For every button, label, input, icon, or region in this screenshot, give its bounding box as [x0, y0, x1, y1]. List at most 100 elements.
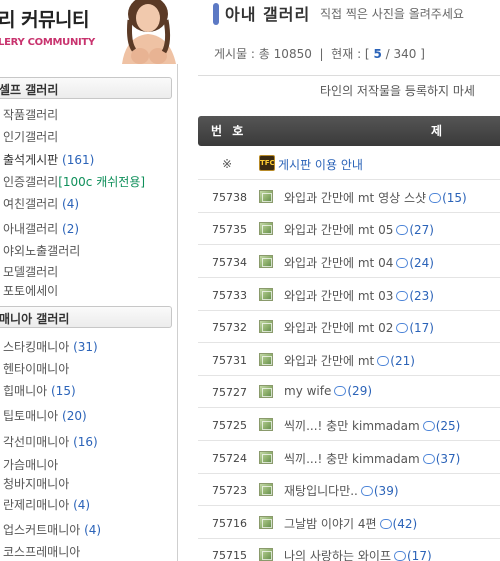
post-number: 75735 — [212, 223, 247, 236]
sidebar-item-artwork-gallery[interactable]: 작품갤러리 — [3, 106, 58, 123]
sidebar-item-hip-mania[interactable]: 힙매니아 (15) — [3, 382, 76, 399]
comment-icon — [379, 519, 392, 529]
comment-count: (23) — [409, 289, 434, 303]
notice-title-link[interactable]: 게시판 이용 안내 — [278, 156, 363, 173]
comment-icon — [429, 193, 442, 203]
column-title: 제 — [431, 124, 443, 138]
sidebar-item-upskirt-mania[interactable]: 업스커트매니아 (4) — [3, 521, 101, 538]
table-row[interactable]: 75723 재탕입니다만.. (39) — [198, 474, 500, 506]
sidebar-item-label: 업스커트매니아 — [3, 523, 81, 537]
post-title-link[interactable]: 와입과 간만에 mt 05 (27) — [284, 221, 434, 238]
sidebar-item-label: 야외노출갤러리 — [3, 244, 81, 258]
sidebar-item-wife-gallery[interactable]: 아내갤러리 (2) — [3, 220, 79, 237]
sidebar-item-jeans-mania[interactable]: 청바지매니아 — [3, 475, 69, 492]
post-title-link[interactable]: 재탕입니다만.. (39) — [284, 482, 399, 499]
sidebar-item-lingerie-mania[interactable]: 란제리매니아 (4) — [3, 496, 90, 513]
sidebar-item-legs-mania[interactable]: 각선미매니아 (16) — [3, 433, 98, 450]
comment-icon — [394, 551, 406, 561]
comment-count: (25) — [435, 419, 461, 433]
table-row[interactable]: 75735 와입과 간만에 mt 05 (27) — [198, 213, 500, 245]
comment-count: (27) — [409, 223, 434, 237]
image-icon — [259, 516, 273, 529]
copyright-notice: 타인의 저작물을 등록하지 마세 — [320, 84, 475, 98]
sidebar-item-count: (4) — [62, 197, 80, 211]
divider — [198, 75, 500, 76]
sidebar-item-cosplay-mania[interactable]: 코스프레매니아 — [3, 543, 80, 560]
table-row[interactable]: 75715 나의 사랑하는 와이프 (17) — [198, 539, 500, 561]
notice-row[interactable]: ※ TFC 게시판 이용 안내 — [198, 148, 500, 180]
post-title-link[interactable]: my wife (29) — [284, 384, 372, 398]
sidebar-item-label: 코스프레매니아 — [3, 545, 81, 559]
current-page: 5 — [373, 47, 382, 61]
comment-count: (17) — [407, 549, 432, 561]
sidebar-item-label: 스타킹매니아 — [3, 340, 70, 354]
image-icon — [259, 255, 273, 268]
comment-count: (24) — [409, 256, 434, 270]
post-title-link[interactable]: 와입과 간만에 mt 03 (23) — [284, 287, 434, 304]
sidebar-item-label: 여친갤러리 — [3, 197, 59, 211]
sidebar-item-outdoor-gallery[interactable]: 야외노출갤러리 — [3, 242, 80, 259]
post-title-link[interactable]: 와입과 간만에 mt (21) — [284, 352, 415, 369]
site-logo[interactable]: 리 커뮤니티 LERY COMMUNITY — [0, 0, 186, 64]
table-header: 번 호 제 — [198, 116, 500, 146]
image-icon — [259, 483, 273, 496]
sidebar-item-popular-gallery[interactable]: 인기갤러리 — [3, 128, 58, 145]
post-title-link[interactable]: 나의 사랑하는 와이프 (17) — [284, 547, 432, 561]
comment-icon — [360, 486, 373, 496]
post-title-link[interactable]: 와입과 간만에 mt 04 (24) — [284, 254, 434, 271]
table-row[interactable]: 75724 씩끼...! 충만 kimmadam (37) — [198, 442, 500, 474]
table-row[interactable]: 75725 씩끼...! 충만 kimmadam (25) — [198, 409, 500, 441]
sidebar-item-label: 힙매니아 — [3, 384, 48, 398]
mania-gallery-heading: 매니아 갤러리 — [0, 312, 70, 326]
comment-icon — [422, 421, 435, 431]
post-title-link[interactable]: 씩끼...! 충만 kimmadam (25) — [284, 417, 460, 434]
sidebar-item-tiptoe-mania[interactable]: 팁토매니아 (20) — [3, 407, 87, 424]
image-icon — [259, 451, 273, 464]
post-title-link[interactable]: 와입과 간만에 mt 02 (17) — [284, 319, 434, 336]
sidebar-item-stocking-mania[interactable]: 스타킹매니아 (31) — [3, 338, 98, 355]
post-title-link[interactable]: 와입과 간만에 mt 영상 스샷 (15) — [284, 189, 467, 206]
post-title-text: 와입과 간만에 mt 04 — [284, 256, 394, 270]
post-number: 75715 — [212, 549, 247, 561]
sidebar-item-count: (161) — [62, 153, 95, 167]
sidebar-item-label: 헨타이매니아 — [3, 362, 70, 376]
table-row[interactable]: 75738 와입과 간만에 mt 영상 스샷 (15) — [198, 181, 500, 213]
board-content: 아내 갤러리 직접 찍은 사진을 올려주세요 게시물 : 총 10850 | 현… — [198, 0, 500, 561]
logo-subtitle: LERY COMMUNITY — [0, 37, 95, 48]
table-row[interactable]: 75731 와입과 간만에 mt (21) — [198, 344, 500, 376]
sidebar-item-attendance-board[interactable]: 출석게시판 (161) — [3, 151, 94, 168]
table-row[interactable]: 75732 와입과 간만에 mt 02 (17) — [198, 311, 500, 343]
sidebar-item-girlfriend-gallery[interactable]: 여친갤러리 (4) — [3, 195, 79, 212]
sidebar-item-label: 인증갤러리 — [3, 175, 59, 189]
post-title-text: 와입과 간만에 mt 영상 스샷 — [284, 191, 427, 205]
sidebar-item-model-gallery[interactable]: 모델갤러리 — [3, 263, 58, 280]
comment-icon — [396, 323, 409, 333]
comment-count: (17) — [409, 321, 434, 335]
comment-icon — [396, 291, 409, 301]
total-label: 게시물 : 총 — [214, 47, 270, 61]
comment-icon — [377, 356, 390, 366]
sidebar-item-label: 모델갤러리 — [3, 265, 59, 279]
comment-icon — [396, 258, 409, 268]
sidebar-item-count: (2) — [62, 222, 80, 236]
table-row[interactable]: 75727 my wife (29) — [198, 376, 500, 408]
sidebar-item-chest-mania[interactable]: 가슴매니아 — [3, 456, 58, 473]
sidebar-item-count: (16) — [73, 435, 98, 449]
post-title-link[interactable]: 씩끼...! 충만 kimmadam (37) — [284, 450, 460, 467]
sidebar-item-label: 가슴매니아 — [3, 458, 59, 472]
table-row[interactable]: 75733 와입과 간만에 mt 03 (23) — [198, 279, 500, 311]
sidebar-item-count: (15) — [51, 384, 76, 398]
page-bracket: ] — [420, 47, 425, 61]
sidebar-item-verified-gallery[interactable]: 인증갤러리[100c 캐쉬전용] — [3, 173, 145, 190]
post-title-text: 와입과 간만에 mt 05 — [284, 223, 394, 237]
table-row[interactable]: 75716 그날밤 이야기 4편 (42) — [198, 507, 500, 539]
sidebar-item-count: (4) — [84, 523, 102, 537]
sidebar-item-hentai-mania[interactable]: 헨타이매니아 — [3, 360, 69, 377]
post-title-link[interactable]: 그날밤 이야기 4편 (42) — [284, 515, 417, 532]
image-icon — [259, 385, 273, 398]
post-number: 75732 — [212, 321, 247, 334]
image-icon — [259, 320, 273, 333]
table-row[interactable]: 75734 와입과 간만에 mt 04 (24) — [198, 246, 500, 278]
sidebar-item-label: 란제리매니아 — [3, 498, 70, 512]
board-title: 아내 갤러리 — [225, 5, 311, 24]
